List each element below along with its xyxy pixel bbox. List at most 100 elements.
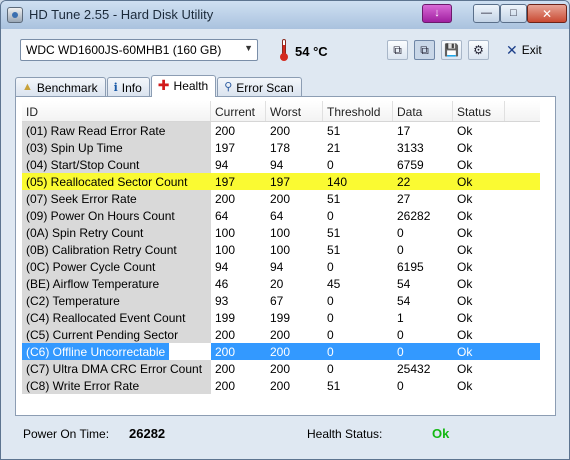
table-row[interactable]: (09) Power On Hours Count 64 64 0 26282 Ok (22, 207, 540, 224)
health-panel: ID Current Worst Threshold Data Status (… (15, 96, 556, 416)
column-header-id[interactable]: ID (22, 101, 211, 121)
raw-data-value: 22 (397, 175, 411, 189)
raw-data-value: 6195 (397, 260, 424, 274)
raw-data-value: 54 (397, 277, 411, 291)
copy-all-icon[interactable]: ⧉ (414, 40, 435, 60)
table-row[interactable]: (C7) Ultra DMA CRC Error Count 200 200 0 254… (22, 360, 540, 377)
column-header-status[interactable]: Status (453, 101, 505, 121)
attribute-name: (01) Raw Read Error Rate (22, 122, 211, 139)
worst-value: 100 (270, 226, 291, 240)
attribute-name: (0A) Spin Retry Count (22, 224, 211, 241)
temperature-readout: 54 °C (295, 44, 328, 59)
chevron-down-icon[interactable]: ▼ (244, 43, 253, 53)
status-value: Ok (457, 226, 473, 240)
table-row[interactable]: (05) Reallocated Sector Count 197 197 140 22… (22, 173, 540, 190)
window-title: HD Tune 2.55 - Hard Disk Utility (29, 7, 214, 22)
attribute-name: (C8) Write Error Rate (22, 377, 211, 394)
worst-value: 64 (270, 209, 284, 223)
threshold-value: 0 (327, 362, 334, 376)
status-value: Ok (457, 209, 473, 223)
status-value: Ok (457, 192, 473, 206)
threshold-value: 51 (327, 124, 341, 138)
exit-button[interactable]: ✕ Exit (506, 40, 542, 60)
drive-select[interactable]: WDC WD1600JS-60MHB1 (160 GB) ▼ (20, 39, 258, 61)
table-row[interactable]: (BE) Airflow Temperature 46 20 45 54 Ok (22, 275, 540, 292)
download-arrow-button[interactable]: ↓ (422, 4, 452, 23)
tab-error-scan[interactable]: ⚲ Error Scan (217, 77, 302, 97)
attribute-name: (04) Start/Stop Count (22, 156, 211, 173)
title-bar[interactable]: HD Tune 2.55 - Hard Disk Utility ↓ — □ ✕ (1, 1, 569, 29)
table-row[interactable]: (C2) Temperature 93 67 0 54 Ok (22, 292, 540, 309)
table-row[interactable]: (C4) Reallocated Event Count 199 199 0 1 Ok (22, 309, 540, 326)
column-header-current[interactable]: Current (211, 101, 266, 121)
table-row[interactable]: (07) Seek Error Rate 200 200 51 27 Ok (22, 190, 540, 207)
threshold-value: 0 (327, 345, 334, 359)
app-window: HD Tune 2.55 - Hard Disk Utility ↓ — □ ✕… (0, 0, 570, 460)
worst-value: 200 (270, 328, 291, 342)
status-value: Ok (457, 141, 473, 155)
raw-data-value: 25432 (397, 362, 431, 376)
current-value: 64 (215, 209, 229, 223)
table-row[interactable]: (0B) Calibration Retry Count 100 100 51 0 Ok (22, 241, 540, 258)
threshold-value: 51 (327, 192, 341, 206)
minimize-button[interactable]: — (473, 4, 500, 23)
status-bar: Power On Time: 26282 Health Status: Ok (15, 419, 556, 449)
raw-data-value: 1 (397, 311, 404, 325)
table-row[interactable]: (03) Spin Up Time 197 178 21 3133 Ok (22, 139, 540, 156)
toolbar: WDC WD1600JS-60MHB1 (160 GB) ▼ 54 °C ⧉ ⧉… (1, 29, 569, 73)
table-row[interactable]: (04) Start/Stop Count 94 94 0 6759 Ok (22, 156, 540, 173)
raw-data-value: 0 (397, 379, 404, 393)
table-row[interactable]: (0C) Power Cycle Count 94 94 0 6195 Ok (22, 258, 540, 275)
column-header-threshold[interactable]: Threshold (323, 101, 393, 121)
table-header: ID Current Worst Threshold Data Status (22, 101, 540, 122)
column-header-data[interactable]: Data (393, 101, 453, 121)
attribute-name: (05) Reallocated Sector Count (22, 173, 211, 190)
raw-data-value: 3133 (397, 141, 424, 155)
attribute-name: (C4) Reallocated Event Count (22, 309, 211, 326)
attribute-name: (C7) Ultra DMA CRC Error Count (22, 360, 211, 377)
current-value: 199 (215, 311, 236, 325)
smart-table: ID Current Worst Threshold Data Status (… (22, 101, 540, 394)
worst-value: 100 (270, 243, 291, 257)
hdtune-app-icon[interactable] (7, 7, 23, 23)
worst-value: 94 (270, 260, 284, 274)
close-button[interactable]: ✕ (527, 4, 567, 23)
worst-value: 67 (270, 294, 284, 308)
selection-gap (169, 343, 211, 360)
threshold-value: 51 (327, 379, 341, 393)
tab-health[interactable]: ✚ Health (150, 75, 217, 97)
status-value: Ok (457, 260, 473, 274)
table-row[interactable]: (C5) Current Pending Sector 200 200 0 0 Ok (22, 326, 540, 343)
threshold-value: 51 (327, 226, 341, 240)
maximize-button[interactable]: □ (500, 4, 527, 23)
status-value: Ok (457, 379, 473, 393)
drive-select-value: WDC WD1600JS-60MHB1 (160 GB) (26, 43, 222, 57)
current-value: 200 (215, 345, 236, 359)
attribute-name: (C6) Offline Uncorrectable (22, 343, 169, 360)
exit-label: Exit (521, 43, 542, 57)
copy-icon[interactable]: ⧉ (387, 40, 408, 60)
table-row[interactable]: (0A) Spin Retry Count 100 100 51 0 Ok (22, 224, 540, 241)
tab-label: Error Scan (236, 81, 294, 95)
threshold-value: 45 (327, 277, 341, 291)
options-icon[interactable]: ⚙ (468, 40, 489, 60)
tab-label: Benchmark (36, 81, 98, 95)
attribute-name: (0B) Calibration Retry Count (22, 241, 211, 258)
column-header-worst[interactable]: Worst (266, 101, 323, 121)
attribute-name: (03) Spin Up Time (22, 139, 211, 156)
status-value: Ok (457, 345, 473, 359)
attribute-name: (C5) Current Pending Sector (22, 326, 211, 343)
tab-benchmark[interactable]: ▲ Benchmark (15, 77, 106, 97)
attribute-name: (09) Power On Hours Count (22, 207, 211, 224)
threshold-value: 0 (327, 260, 334, 274)
raw-data-value: 0 (397, 345, 404, 359)
table-row[interactable]: (C6) Offline Uncorrectable 200 200 0 0 Ok (22, 343, 540, 360)
tab-info[interactable]: i Info (106, 77, 150, 97)
worst-value: 200 (270, 124, 291, 138)
attribute-name: (C2) Temperature (22, 292, 211, 309)
save-icon[interactable]: 💾 (441, 40, 462, 60)
current-value: 200 (215, 328, 236, 342)
table-row[interactable]: (01) Raw Read Error Rate 200 200 51 17 Ok (22, 122, 540, 139)
table-row[interactable]: (C8) Write Error Rate 200 200 51 0 Ok (22, 377, 540, 394)
table-body: (01) Raw Read Error Rate 200 200 51 17 Ok (03)… (22, 122, 540, 394)
